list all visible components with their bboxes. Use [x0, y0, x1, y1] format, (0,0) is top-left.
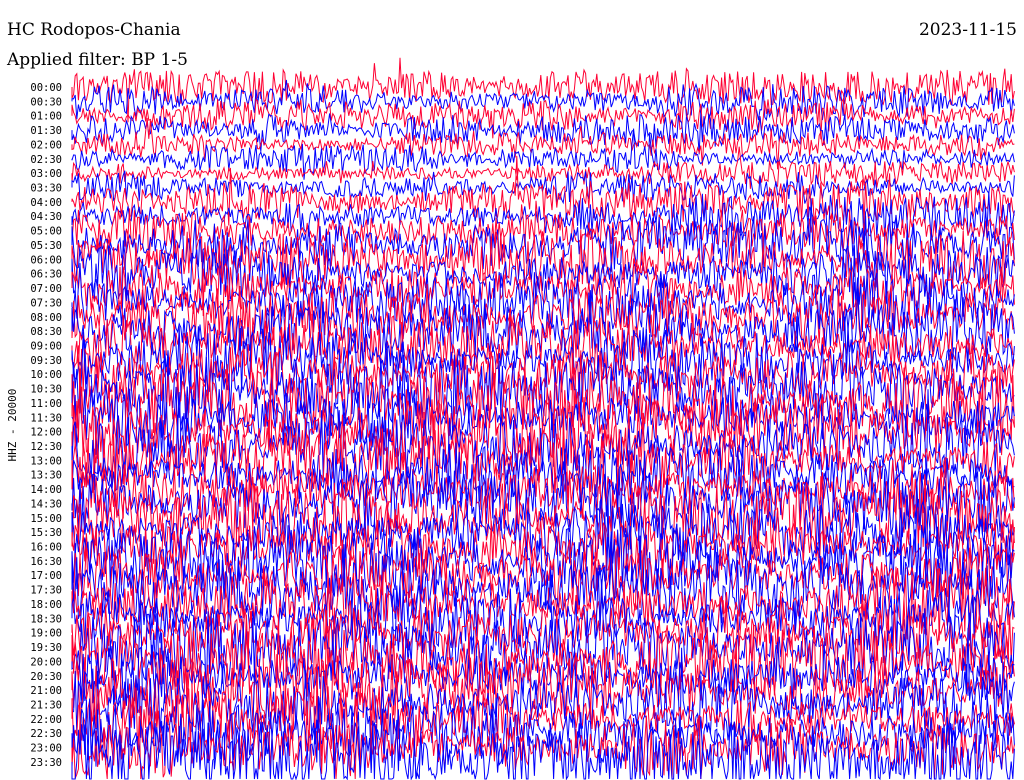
time-tick-label: 02:30 [30, 154, 62, 166]
time-tick-label: 14:00 [30, 484, 62, 496]
trace-group [71, 57, 1015, 780]
time-tick-label: 01:30 [30, 125, 62, 137]
time-tick-label: 06:30 [30, 269, 62, 281]
time-tick-label: 00:00 [30, 82, 62, 94]
time-tick-label: 19:30 [30, 642, 62, 654]
time-tick-label: 18:30 [30, 613, 62, 625]
time-tick-label: 05:00 [30, 226, 62, 238]
tick-label-group: 00:00 00:30 01:00 01:30 02:00 02:30 03:00 03:30… [30, 82, 62, 769]
time-tick-label: 15:30 [30, 527, 62, 539]
time-tick-label: 18:00 [30, 599, 62, 611]
time-tick-label: 02:00 [30, 139, 62, 151]
time-tick-label: 12:30 [30, 441, 62, 453]
time-tick-label: 22:30 [30, 728, 62, 740]
time-tick-label: 03:30 [30, 183, 62, 195]
time-tick-label: 20:30 [30, 671, 62, 683]
time-tick-label: 08:30 [30, 326, 62, 338]
filter-subtitle: Applied filter: BP 1-5 [7, 50, 188, 70]
time-tick-label: 16:30 [30, 556, 62, 568]
time-tick-label: 17:00 [30, 570, 62, 582]
time-tick-label: 19:00 [30, 628, 62, 640]
time-tick-label: 21:00 [30, 685, 62, 697]
time-tick-label: 22:00 [30, 714, 62, 726]
time-tick-label: 13:30 [30, 470, 62, 482]
time-tick-label: 11:30 [30, 412, 62, 424]
time-tick-label: 16:00 [30, 542, 62, 554]
time-tick-label: 07:30 [30, 297, 62, 309]
time-tick-label: 12:00 [30, 427, 62, 439]
time-tick-label: 10:30 [30, 384, 62, 396]
time-tick-label: 21:30 [30, 700, 62, 712]
time-tick-label: 03:00 [30, 168, 62, 180]
time-tick-label: 09:30 [30, 355, 62, 367]
time-tick-label: 04:00 [30, 197, 62, 209]
time-tick-label: 15:00 [30, 513, 62, 525]
time-tick-label: 07:00 [30, 283, 62, 295]
time-tick-label: 04:30 [30, 211, 62, 223]
time-tick-label: 09:00 [30, 341, 62, 353]
time-tick-label: 17:30 [30, 585, 62, 597]
time-tick-label: 01:00 [30, 111, 62, 123]
time-tick-label: 06:00 [30, 254, 62, 266]
time-tick-label: 23:30 [30, 757, 62, 769]
time-tick-label: 14:30 [30, 498, 62, 510]
time-tick-label: 13:00 [30, 455, 62, 467]
time-tick-label: 10:00 [30, 369, 62, 381]
time-tick-label: 05:30 [30, 240, 62, 252]
time-tick-label: 00:30 [30, 96, 62, 108]
time-tick-label: 23:00 [30, 743, 62, 755]
time-tick-label: 08:00 [30, 312, 62, 324]
time-tick-label: 11:00 [30, 398, 62, 410]
time-tick-label: 20:00 [30, 656, 62, 668]
helicorder-plot: 00:00 00:30 01:00 01:30 02:00 02:30 03:00 03:30… [30, 57, 1015, 780]
channel-axis-label: HHZ - 20000 [6, 388, 19, 462]
